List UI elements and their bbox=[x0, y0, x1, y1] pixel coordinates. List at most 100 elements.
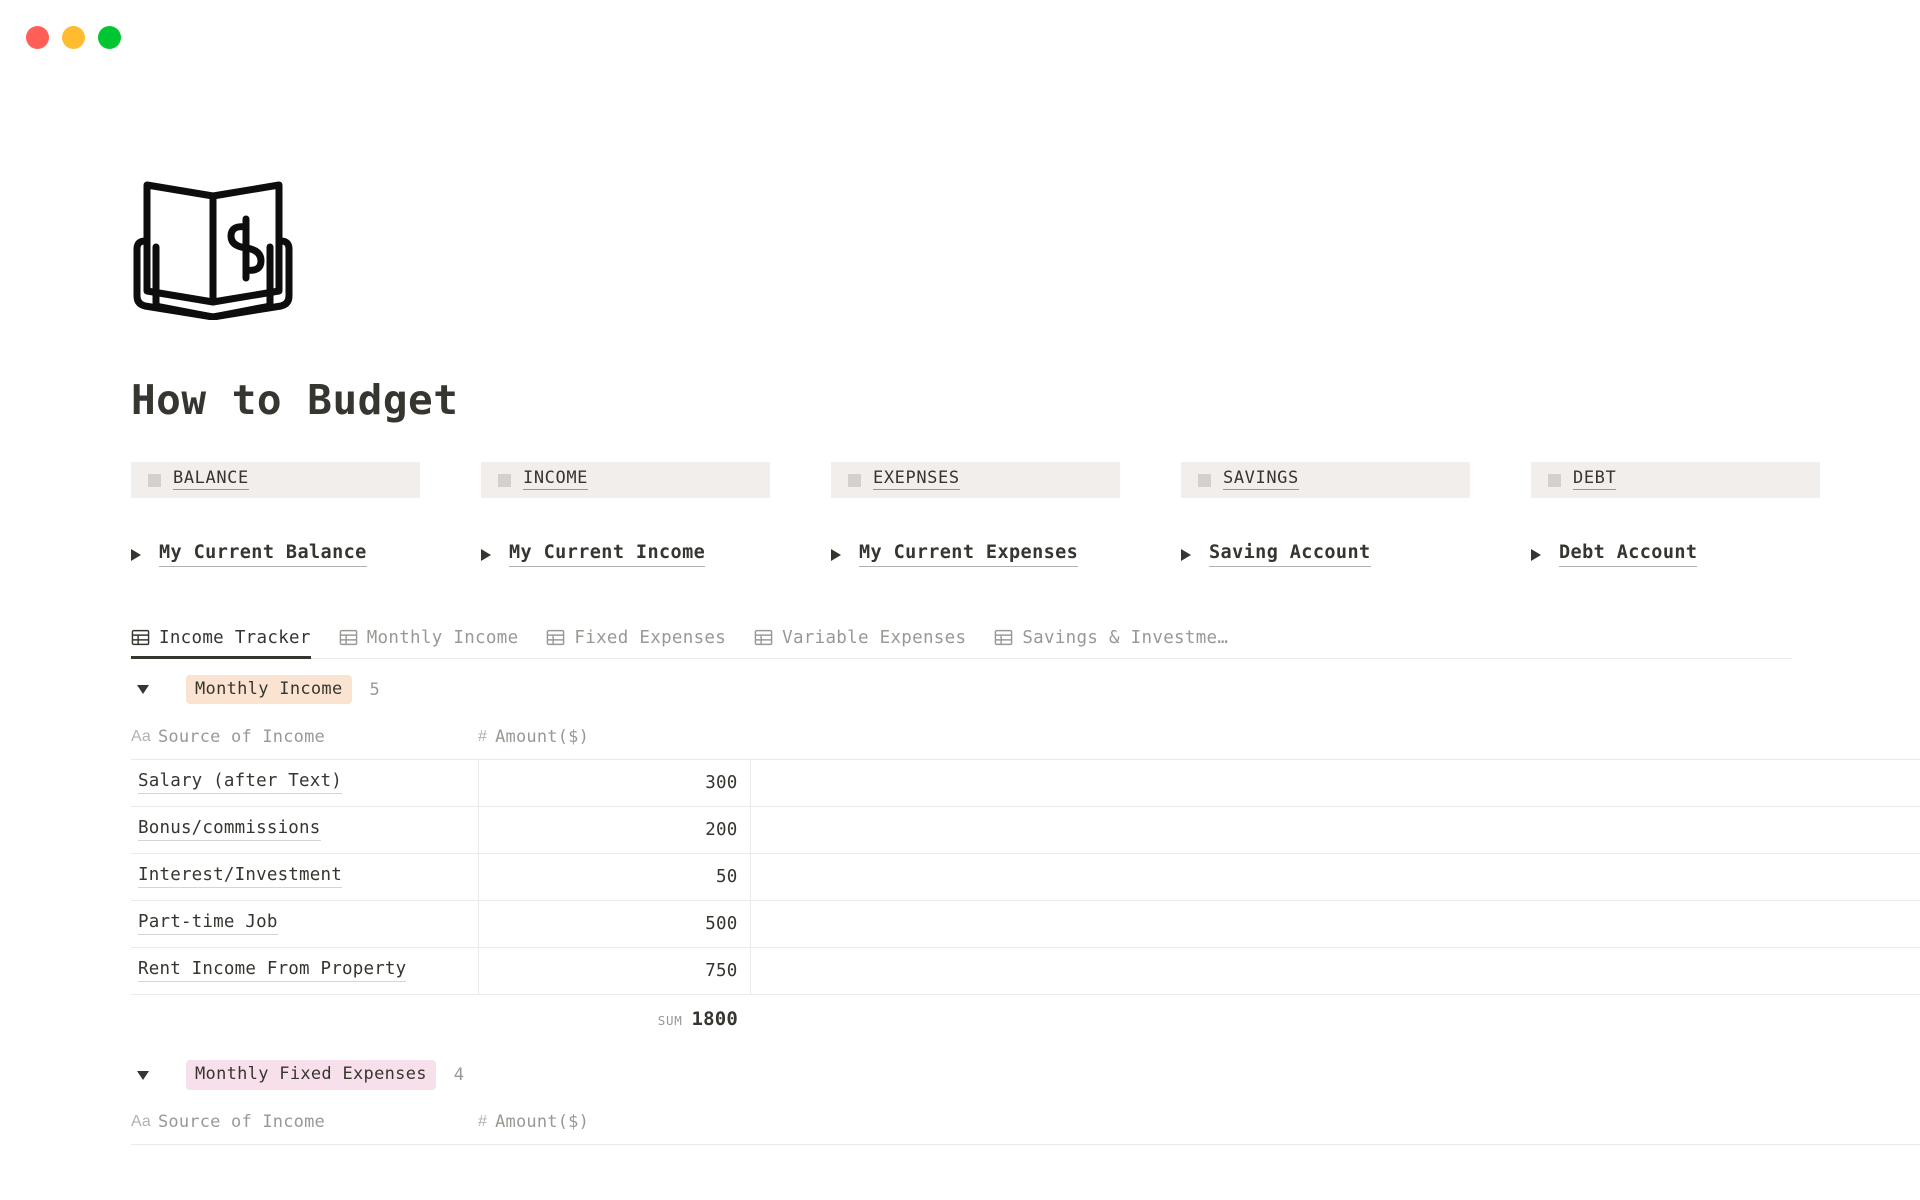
toggle-label: My Current Balance bbox=[159, 544, 367, 567]
column-header-amount[interactable]: # Amount($) bbox=[478, 720, 750, 760]
number-type-icon: # bbox=[478, 1113, 488, 1131]
page-title: How to Budget bbox=[131, 376, 459, 424]
tab-label: Variable Expenses bbox=[782, 627, 967, 648]
gray-square-icon bbox=[1198, 473, 1211, 487]
gray-square-icon bbox=[848, 473, 861, 487]
page-content: How to Budget BALANCE INCOME EXEPNSES SA… bbox=[0, 178, 1920, 1146]
group-badge[interactable]: Monthly Fixed Expenses bbox=[186, 1060, 436, 1090]
group-count: 5 bbox=[369, 679, 380, 700]
open-book-dollar-icon bbox=[131, 178, 296, 320]
minimize-window-button[interactable] bbox=[62, 25, 85, 49]
cell-empty[interactable] bbox=[750, 853, 1920, 901]
cell-amount[interactable]: 300 bbox=[478, 759, 751, 807]
triangle-right-icon[interactable] bbox=[1531, 549, 1541, 562]
nav-pill-label: BALANCE bbox=[173, 468, 249, 491]
row-title[interactable]: Rent Income From Property bbox=[138, 959, 407, 983]
quick-nav-row: BALANCE INCOME EXEPNSES SAVINGS DEBT bbox=[131, 462, 1820, 499]
triangle-down-icon[interactable] bbox=[137, 1070, 149, 1080]
cell-amount[interactable]: 50 bbox=[478, 853, 751, 901]
toggle-my-current-balance[interactable]: My Current Balance bbox=[131, 544, 420, 567]
nav-pill-debt[interactable]: DEBT bbox=[1531, 462, 1820, 499]
toggle-my-current-expenses[interactable]: My Current Expenses bbox=[831, 544, 1120, 567]
row-title[interactable]: Salary (after Text) bbox=[138, 771, 342, 795]
tab-label: Monthly Income bbox=[366, 627, 519, 648]
column-header-source-of-income[interactable]: Aa Source of Income bbox=[131, 1106, 478, 1146]
page-scroll-area[interactable]: How to Budget BALANCE INCOME EXEPNSES SA… bbox=[0, 74, 1920, 1200]
nav-pill-savings[interactable]: SAVINGS bbox=[1181, 462, 1470, 499]
nav-pill-label: DEBT bbox=[1573, 468, 1617, 491]
cell-source-of-income[interactable]: Rent Income From Property bbox=[131, 947, 479, 995]
cell-source-of-income[interactable]: Salary (after Text) bbox=[131, 759, 479, 807]
income-table: Aa Source of Income # Amount($) Salary (… bbox=[131, 720, 1920, 1045]
triangle-right-icon[interactable] bbox=[831, 549, 841, 562]
toggle-label: My Current Expenses bbox=[859, 544, 1079, 567]
text-type-icon: Aa bbox=[131, 727, 151, 745]
table-header-row: Aa Source of Income # Amount($) bbox=[131, 1106, 1920, 1146]
toggle-my-current-income[interactable]: My Current Income bbox=[481, 544, 770, 567]
tab-savings-and-investments[interactable]: Savings & Investme… bbox=[994, 618, 1242, 658]
triangle-right-icon[interactable] bbox=[131, 549, 141, 562]
row-title[interactable]: Interest/Investment bbox=[138, 865, 342, 889]
nav-pill-label: EXEPNSES bbox=[873, 468, 960, 491]
column-label: Amount($) bbox=[495, 1112, 590, 1133]
tab-fixed-expenses[interactable]: Fixed Expenses bbox=[546, 618, 740, 658]
cell-source-of-income[interactable]: Part-time Job bbox=[131, 900, 479, 948]
column-header-empty bbox=[750, 720, 1920, 760]
table-icon bbox=[547, 629, 565, 646]
table-row[interactable]: Rent Income From Property 750 bbox=[131, 947, 1920, 995]
column-header-source-of-income[interactable]: Aa Source of Income bbox=[131, 720, 478, 760]
group-monthly-fixed-expenses: Monthly Fixed Expenses 4 Aa Source of In… bbox=[131, 1044, 1920, 1146]
table-row[interactable]: Part-time Job 500 bbox=[131, 900, 1920, 948]
cell-amount[interactable]: 200 bbox=[478, 806, 751, 854]
column-header-empty bbox=[750, 1106, 1920, 1146]
column-label: Source of Income bbox=[157, 726, 325, 747]
summary-empty bbox=[750, 994, 1920, 1044]
tab-income-tracker[interactable]: Income Tracker bbox=[131, 618, 325, 659]
gray-square-icon bbox=[1548, 473, 1561, 487]
triangle-right-icon[interactable] bbox=[481, 549, 491, 562]
cell-empty[interactable] bbox=[750, 947, 1920, 995]
nav-pill-expenses[interactable]: EXEPNSES bbox=[831, 462, 1120, 499]
zoom-window-button[interactable] bbox=[98, 25, 121, 49]
cell-source-of-income[interactable]: Bonus/commissions bbox=[131, 806, 479, 854]
fixed-expenses-table: Aa Source of Income # Amount($) bbox=[131, 1106, 1920, 1146]
nav-pill-income[interactable]: INCOME bbox=[481, 462, 770, 499]
summary-spacer bbox=[131, 994, 478, 1044]
number-type-icon: # bbox=[478, 727, 488, 745]
cell-empty[interactable] bbox=[750, 806, 1920, 854]
group-badge[interactable]: Monthly Income bbox=[186, 674, 352, 705]
summary-amount[interactable]: SUM 1800 bbox=[478, 994, 750, 1044]
table-icon bbox=[995, 629, 1013, 646]
column-label: Amount($) bbox=[495, 726, 590, 747]
nav-pill-label: SAVINGS bbox=[1223, 468, 1299, 491]
window-titlebar bbox=[0, 0, 1920, 74]
table-icon bbox=[754, 629, 773, 646]
row-title[interactable]: Bonus/commissions bbox=[138, 818, 321, 842]
group-count: 4 bbox=[453, 1065, 465, 1086]
cell-empty[interactable] bbox=[750, 900, 1920, 948]
triangle-right-icon[interactable] bbox=[1181, 549, 1191, 562]
toggle-label: Debt Account bbox=[1559, 544, 1698, 567]
toggle-debt-account[interactable]: Debt Account bbox=[1531, 544, 1820, 567]
nav-pill-balance[interactable]: BALANCE bbox=[131, 462, 420, 499]
triangle-down-icon[interactable] bbox=[137, 685, 149, 695]
table-row[interactable]: Interest/Investment 50 bbox=[131, 853, 1920, 901]
table-row[interactable]: Salary (after Text) 300 bbox=[131, 759, 1920, 807]
cell-amount[interactable]: 750 bbox=[478, 947, 751, 995]
cell-amount[interactable]: 500 bbox=[478, 900, 751, 948]
cell-source-of-income[interactable]: Interest/Investment bbox=[131, 853, 479, 901]
close-window-button[interactable] bbox=[26, 25, 49, 49]
tab-monthly-income[interactable]: Monthly Income bbox=[339, 618, 533, 658]
tab-variable-expenses[interactable]: Variable Expenses bbox=[754, 618, 980, 658]
tab-label: Income Tracker bbox=[159, 627, 311, 648]
table-row[interactable]: Bonus/commissions 200 bbox=[131, 806, 1920, 854]
row-title[interactable]: Part-time Job bbox=[138, 912, 278, 936]
group-header: Monthly Fixed Expenses 4 bbox=[131, 1044, 1920, 1106]
gray-square-icon bbox=[148, 473, 161, 487]
column-header-amount[interactable]: # Amount($) bbox=[478, 1106, 750, 1146]
cell-empty[interactable] bbox=[750, 759, 1920, 807]
group-monthly-income: Monthly Income 5 Aa Source of Income # A… bbox=[131, 659, 1920, 1045]
text-type-icon: Aa bbox=[131, 1113, 151, 1131]
group-header: Monthly Income 5 bbox=[131, 659, 1920, 721]
toggle-saving-account[interactable]: Saving Account bbox=[1181, 544, 1470, 567]
